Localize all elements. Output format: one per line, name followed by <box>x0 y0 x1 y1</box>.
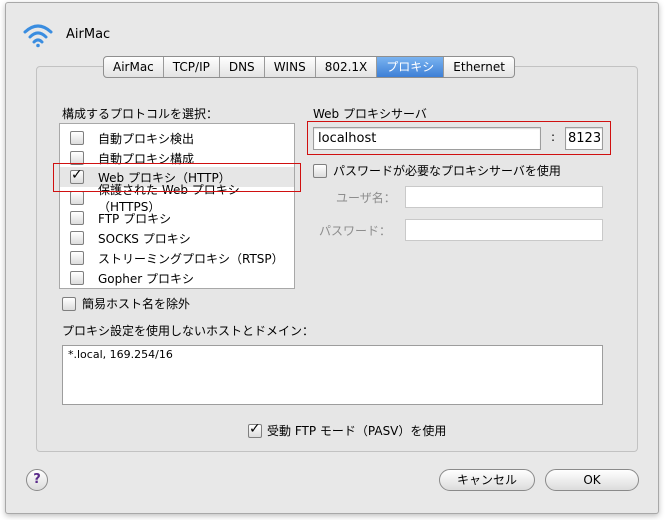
tab-airmac[interactable]: AirMac <box>104 57 164 77</box>
exclude-simple-hostnames-option[interactable]: 簡易ホスト名を除外 <box>62 295 190 312</box>
highlight-box-web-proxy <box>53 163 301 192</box>
interface-title: AirMac <box>66 27 111 42</box>
protocol-label: Gopher プロキシ <box>98 271 194 286</box>
protocol-label: FTP プロキシ <box>98 211 172 226</box>
exclude-simple-hostnames-label: 簡易ホスト名を除外 <box>82 297 191 311</box>
protocol-list-heading: 構成するプロトコルを選択： <box>62 107 219 121</box>
protocol-item-gopher[interactable]: Gopher プロキシ <box>60 268 294 288</box>
tab-dns[interactable]: DNS <box>220 57 265 77</box>
proxy-server-heading: Web プロキシサーバ <box>313 107 427 121</box>
checkbox[interactable] <box>62 296 76 311</box>
tab-tcpip[interactable]: TCP/IP <box>164 57 220 77</box>
tab-wins[interactable]: WINS <box>265 57 316 77</box>
protocol-item-ftp[interactable]: FTP プロキシ <box>60 208 294 228</box>
checkbox[interactable] <box>70 191 84 205</box>
checkbox[interactable] <box>70 251 84 265</box>
tab-ethernet[interactable]: Ethernet <box>444 57 514 77</box>
protocol-list: 自動プロキシ検出 自動プロキシ構成 Web プロキシ（HTTP） 保護された W… <box>59 123 295 289</box>
host-port-separator: : <box>551 130 556 144</box>
username-field[interactable] <box>405 186 603 208</box>
proxy-host-field[interactable]: localhost <box>313 127 541 150</box>
protocol-label: 自動プロキシ検出 <box>98 131 195 146</box>
password-label: パスワード： <box>319 224 392 238</box>
passive-ftp-option[interactable]: 受動 FTP モード（PASV）を使用 <box>248 421 447 439</box>
protocol-label: ストリーミングプロキシ（RTSP） <box>98 251 284 266</box>
tab-proxies[interactable]: プロキシ <box>377 57 445 77</box>
password-required-option[interactable]: パスワードが必要なプロキシサーバを使用 <box>313 162 561 179</box>
checkbox[interactable] <box>313 163 327 178</box>
checkbox[interactable] <box>70 211 84 225</box>
ok-button[interactable]: OK <box>545 469 639 491</box>
protocol-item-auto-discovery[interactable]: 自動プロキシ検出 <box>60 128 294 148</box>
bypass-heading: プロキシ設定を使用しないホストとドメイン： <box>62 324 315 338</box>
password-field[interactable] <box>405 219 603 241</box>
wifi-icon <box>23 24 53 48</box>
checkbox-checked[interactable] <box>248 421 262 438</box>
protocol-item-socks[interactable]: SOCKS プロキシ <box>60 228 294 248</box>
proxy-port-field[interactable]: 8123 <box>565 127 603 150</box>
bypass-hosts-textarea[interactable]: *.local, 169.254/16 <box>62 345 603 405</box>
checkbox[interactable] <box>70 231 84 245</box>
help-button[interactable]: ? <box>26 469 48 491</box>
passive-ftp-label: 受動 FTP モード（PASV）を使用 <box>267 424 447 438</box>
username-label: ユーザ名： <box>336 191 396 205</box>
protocol-label: SOCKS プロキシ <box>98 231 191 246</box>
checkbox[interactable] <box>70 131 84 145</box>
protocol-item-rtsp[interactable]: ストリーミングプロキシ（RTSP） <box>60 248 294 268</box>
tab-bar: AirMac TCP/IP DNS WINS 802.1X プロキシ Ether… <box>103 56 515 78</box>
password-required-label: パスワードが必要なプロキシサーバを使用 <box>333 164 561 178</box>
cancel-button[interactable]: キャンセル <box>439 469 535 491</box>
tab-8021x[interactable]: 802.1X <box>316 57 378 77</box>
checkbox[interactable] <box>70 271 84 285</box>
